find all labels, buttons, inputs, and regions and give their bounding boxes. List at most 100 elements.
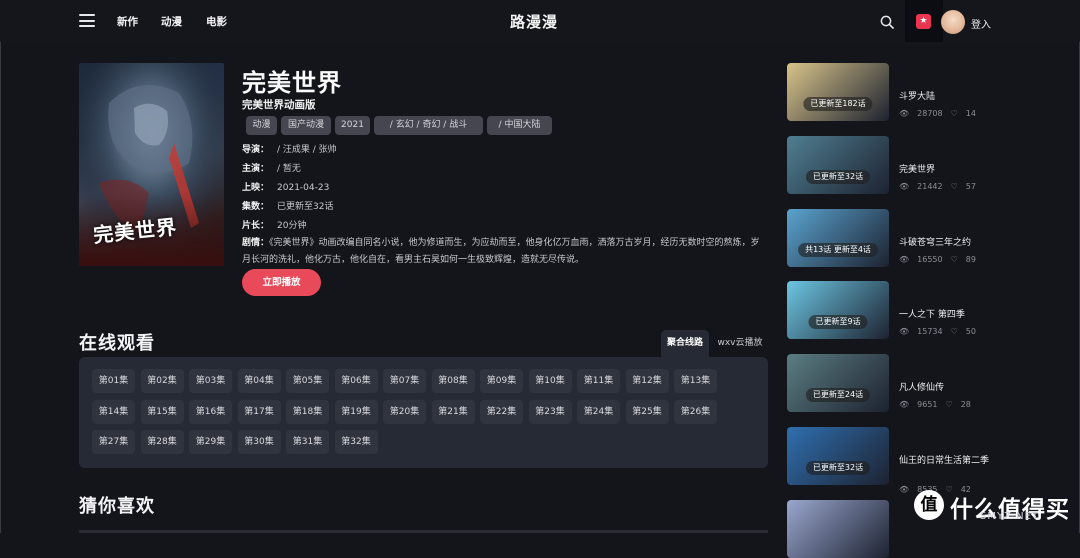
views-icon: 👁 <box>899 109 910 118</box>
episode-button[interactable]: 第14集 <box>92 399 135 424</box>
views-count: 9651 <box>917 400 938 409</box>
views-icon: 👁 <box>899 400 910 409</box>
episode-button[interactable]: 第13集 <box>674 369 717 393</box>
nav-item-new[interactable]: 新作 <box>117 14 138 29</box>
episode-button[interactable]: 第07集 <box>383 369 426 393</box>
thumbnail-image[interactable]: 已更新至9话 <box>787 281 889 339</box>
sidebar-title[interactable]: 一人之下 第四季 <box>899 308 994 323</box>
episode-button[interactable]: 第01集 <box>92 369 135 393</box>
episode-button[interactable]: 第17集 <box>237 399 281 424</box>
watermark-logo: 值 <box>914 490 944 520</box>
sidebar-stats: 👁 21442 ♡ 57 <box>899 182 984 191</box>
update-badge: 已更新至24话 <box>805 388 871 402</box>
site-logo[interactable]: 路漫漫 <box>510 11 558 32</box>
episode-button[interactable]: 第28集 <box>140 430 184 454</box>
sidebar-item[interactable]: 共13话 更新至4话 斗破苍穹三年之约 👁 16550 ♡ 89 <box>787 209 1077 267</box>
episode-button[interactable]: 第04集 <box>237 369 281 393</box>
episode-button[interactable]: 第05集 <box>286 369 329 393</box>
director-value[interactable]: / 汪成果 / 张帅 <box>277 145 337 155</box>
cast-label: 主演： <box>242 164 270 174</box>
episode-button[interactable]: 第15集 <box>140 399 184 424</box>
sidebar-title[interactable]: 斗破苍穹三年之约 <box>899 236 994 251</box>
thumbnail-image[interactable]: 已更新至182话 <box>787 63 889 121</box>
sidebar-title[interactable]: 凡人修仙传 <box>899 381 994 396</box>
tag-subcategory[interactable]: 国产动漫 <box>281 116 331 135</box>
episode-button[interactable]: 第32集 <box>334 430 378 454</box>
sidebar-title[interactable]: 仙王的日常生活第二季 <box>899 454 994 469</box>
episode-button[interactable]: 第11集 <box>577 369 620 393</box>
episode-button[interactable]: 第25集 <box>625 399 669 424</box>
update-badge: 已更新至32话 <box>805 461 871 475</box>
episode-button[interactable]: 第23集 <box>528 399 572 424</box>
update-badge: 已更新至9话 <box>808 315 868 329</box>
tag-genres[interactable]: / 玄幻 / 奇幻 / 战斗 <box>374 116 483 135</box>
update-badge: 已更新至32话 <box>805 170 871 184</box>
online-watch-heading: 在线观看 <box>79 333 155 354</box>
episode-button[interactable]: 第24集 <box>577 399 620 424</box>
episode-button[interactable]: 第20集 <box>383 399 426 424</box>
search-icon[interactable] <box>880 15 894 29</box>
director-row: 导演： / 汪成果 / 张帅 <box>242 142 337 155</box>
views-icon: 👁 <box>899 182 910 191</box>
views-count: 28708 <box>917 109 943 118</box>
notification-icon[interactable]: ★ <box>916 14 931 29</box>
views-icon: 👁 <box>899 255 910 264</box>
episode-button[interactable]: 第19集 <box>334 399 378 424</box>
likes-icon: ♡ <box>945 400 953 409</box>
play-now-button[interactable]: 立即播放 <box>242 269 321 296</box>
thumbnail-image[interactable]: 共13话 更新至4话 <box>787 209 889 267</box>
episode-button[interactable]: 第22集 <box>480 399 523 424</box>
nav-item-movie[interactable]: 电影 <box>206 14 227 29</box>
episode-button[interactable]: 第06集 <box>334 369 378 393</box>
sidebar-item[interactable]: 已更新至9话 一人之下 第四季 👁 15734 ♡ 50 <box>787 281 1077 339</box>
episode-button[interactable]: 第21集 <box>431 399 475 424</box>
top-bar: 新作 动漫 电影 路漫漫 ★ 登入 <box>0 0 1080 42</box>
length-label: 片长： <box>242 221 270 231</box>
episode-button[interactable]: 第10集 <box>528 369 572 393</box>
episode-button[interactable]: 第16集 <box>189 399 232 424</box>
episode-button[interactable]: 第29集 <box>189 430 232 454</box>
likes-icon: ♡ <box>950 255 958 264</box>
thumbnail-image[interactable]: 已更新至32话 <box>787 427 889 485</box>
views-count: 15734 <box>917 327 943 336</box>
sidebar-item[interactable]: 已更新至32话 完美世界 👁 21442 ♡ 57 <box>787 136 1077 194</box>
subtitle: 完美世界动画版 <box>242 99 316 111</box>
tab-wxv-line[interactable]: wxv云播放 <box>712 330 768 358</box>
thumbnail-image[interactable] <box>787 500 889 558</box>
plot-row: 剧情：《完美世界》动画改编自同名小说，他为修道而生，为应劫而至，他身化亿万血雨，… <box>242 235 767 269</box>
sidebar-item[interactable]: 已更新至24话 凡人修仙传 👁 9651 ♡ 28 <box>787 354 1077 412</box>
sidebar-title[interactable]: 斗罗大陆 <box>899 90 994 105</box>
episodes-label: 集数： <box>242 202 270 212</box>
tag-category[interactable]: 动漫 <box>246 116 277 135</box>
episode-button[interactable]: 第12集 <box>625 369 669 393</box>
episode-button[interactable]: 第30集 <box>237 430 281 454</box>
tag-region[interactable]: / 中国大陆 <box>487 116 552 135</box>
episode-button[interactable]: 第18集 <box>286 399 329 424</box>
nav-item-anime[interactable]: 动漫 <box>161 14 182 29</box>
director-label: 导演： <box>242 145 270 155</box>
tab-aggregate-line[interactable]: 聚合线路 <box>661 330 709 358</box>
sidebar-item[interactable]: 已更新至182话 斗罗大陆 👁 28708 ♡ 14 <box>787 63 1077 121</box>
watermark-sub: SMYZ.NET <box>980 511 1040 522</box>
cast-row: 主演： / 暂无 <box>242 161 301 174</box>
sidebar-title[interactable]: 完美世界 <box>899 163 994 178</box>
episode-button[interactable]: 第27集 <box>92 430 135 454</box>
recommend-heading: 猜你喜欢 <box>79 496 155 517</box>
sidebar-stats: 👁 28708 ♡ 14 <box>899 109 984 118</box>
hamburger-menu-icon[interactable] <box>79 14 95 27</box>
episode-button[interactable]: 第31集 <box>286 430 329 454</box>
thumbnail-image[interactable]: 已更新至24话 <box>787 354 889 412</box>
episode-button[interactable]: 第03集 <box>189 369 232 393</box>
avatar[interactable] <box>941 10 965 34</box>
episode-button[interactable]: 第02集 <box>140 369 184 393</box>
thumbnail-image[interactable]: 已更新至32话 <box>787 136 889 194</box>
likes-count: 14 <box>965 109 976 118</box>
tag-year[interactable]: 2021 <box>335 116 370 135</box>
sidebar-item[interactable]: 已更新至32话仙王的日常生活第二季👁8535♡42 <box>787 427 1077 494</box>
episode-button[interactable]: 第09集 <box>480 369 523 393</box>
likes-count: 28 <box>960 400 971 409</box>
episodes-value: 已更新至32话 <box>277 202 334 212</box>
episode-button[interactable]: 第26集 <box>674 399 717 424</box>
episode-button[interactable]: 第08集 <box>431 369 475 393</box>
login-link[interactable]: 登入 <box>971 16 991 31</box>
